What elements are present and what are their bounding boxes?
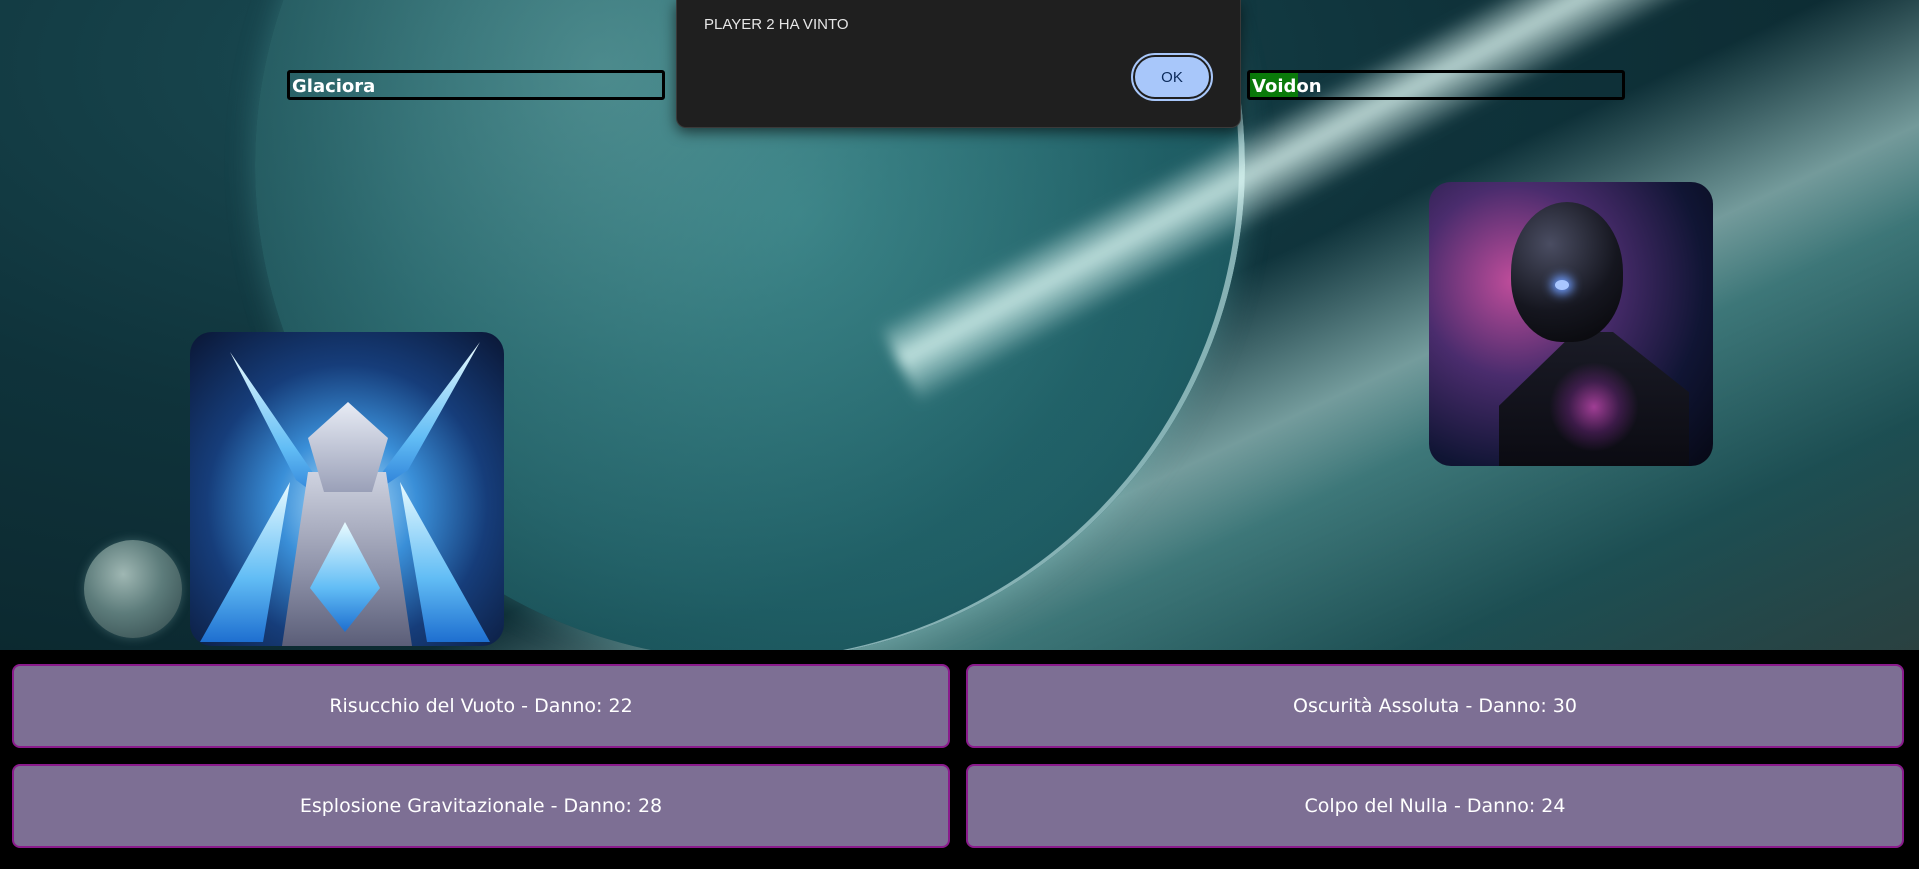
- player1-name: Glaciora: [292, 76, 376, 97]
- move-button-4[interactable]: Colpo del Nulla - Danno: 24: [966, 764, 1904, 848]
- ok-button[interactable]: OK: [1131, 53, 1213, 101]
- player2-health-bar: Voidon: [1247, 70, 1625, 100]
- moon: [84, 540, 182, 638]
- move-button-2[interactable]: Oscurità Assoluta - Danno: 30: [966, 664, 1904, 748]
- player1-health-bar: Glaciora: [287, 70, 665, 100]
- player1-portrait: [190, 332, 504, 646]
- alert-dialog: PLAYER 2 HA VINTO OK: [676, 0, 1241, 128]
- move-button-1[interactable]: Risucchio del Vuoto - Danno: 22: [12, 664, 950, 748]
- player2-portrait: [1429, 182, 1713, 466]
- move-panel: Risucchio del Vuoto - Danno: 22 Oscurità…: [0, 650, 1919, 869]
- move-button-3[interactable]: Esplosione Gravitazionale - Danno: 28: [12, 764, 950, 848]
- alert-message: PLAYER 2 HA VINTO: [704, 16, 849, 33]
- player2-name: Voidon: [1252, 76, 1322, 97]
